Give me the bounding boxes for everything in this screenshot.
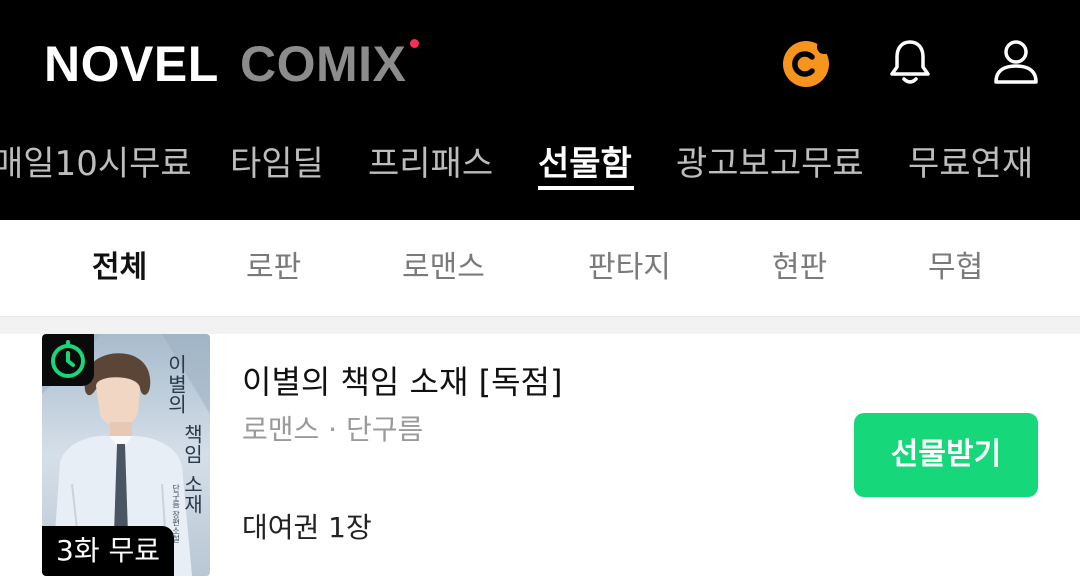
svg-text:소재: 소재: [180, 474, 204, 514]
timer-badge: [42, 334, 94, 386]
bell-icon[interactable]: [884, 36, 936, 88]
genre-tab-all[interactable]: 전체: [92, 246, 147, 290]
coin-icon[interactable]: [782, 40, 830, 88]
book-meta: 로맨스 · 단구름: [242, 413, 424, 446]
tab-free-serial[interactable]: 무료연재: [908, 140, 1033, 188]
tab-daily-free[interactable]: 매일10시무료: [0, 140, 192, 188]
novel-tab[interactable]: NOVEL: [44, 38, 219, 90]
book-cover[interactable]: 이별의 책임 소재 단구름 장편소설 3화 무료: [42, 334, 210, 576]
tab-gift-box[interactable]: 선물함: [538, 140, 632, 188]
rental-ticket-count: 대여권 1장: [242, 511, 372, 544]
book-title[interactable]: 이별의 책임 소재 [독점]: [242, 362, 562, 402]
new-indicator-dot: [410, 39, 419, 48]
genre-tab-martial-arts[interactable]: 무협: [928, 246, 983, 290]
user-icon[interactable]: [990, 36, 1042, 88]
genre-tab-fantasy[interactable]: 판타지: [588, 246, 671, 290]
genre-tab-modern-fantasy[interactable]: 현판: [772, 246, 827, 290]
top-header: NOVEL COMIX 매일10시무료 타임딜 프리패스 선물함 광고보고무료 …: [0, 0, 1080, 220]
free-episodes-badge: 3화 무료: [42, 526, 174, 576]
active-tab-underline: [538, 186, 634, 190]
svg-text:책임: 책임: [180, 424, 204, 464]
genre-filter-bar: 전체 로판 로맨스 판타지 현판 무협: [0, 220, 1080, 317]
tab-time-deal[interactable]: 타임딜: [230, 140, 324, 188]
cover-title-text: 이별의: [164, 354, 188, 414]
genre-tab-romance[interactable]: 로맨스: [402, 246, 485, 290]
timer-icon: [51, 340, 85, 378]
comix-tab[interactable]: COMIX: [240, 38, 406, 90]
tab-ad-free[interactable]: 광고보고무료: [676, 140, 864, 188]
receive-gift-button[interactable]: 선물받기: [854, 413, 1038, 497]
gift-list-item[interactable]: 이별의 책임 소재 단구름 장편소설 3화 무료 이별의 책임 소재 [독점] …: [0, 334, 1080, 586]
genre-tab-romance-fantasy[interactable]: 로판: [246, 246, 301, 290]
tab-free-pass[interactable]: 프리패스: [368, 140, 493, 188]
